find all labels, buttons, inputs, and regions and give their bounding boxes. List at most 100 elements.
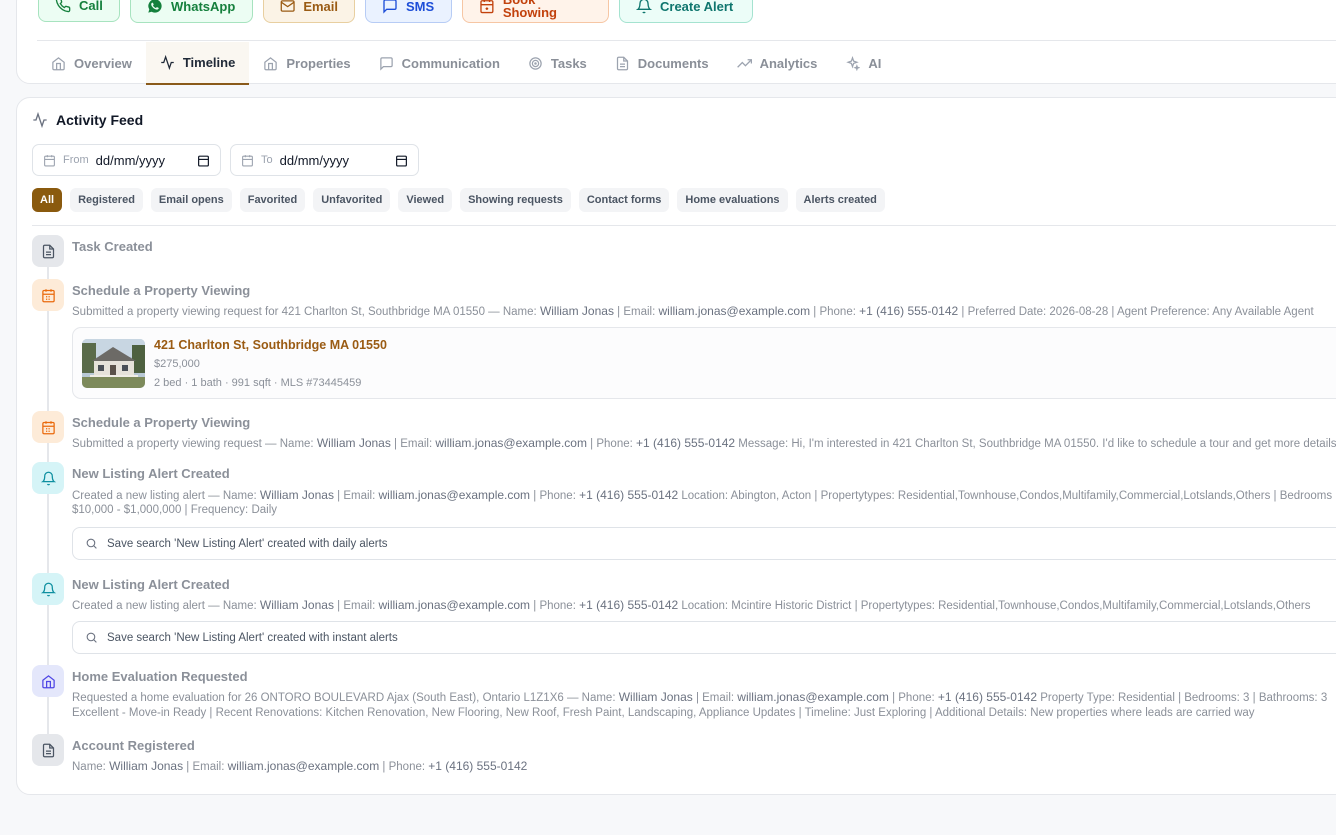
tab-tasks[interactable]: Tasks [514,42,601,85]
filter-chip-unfavorited[interactable]: Unfavorited [313,188,391,212]
bell-icon [40,582,56,596]
tab-documents[interactable]: Documents [601,42,723,85]
tab-label: Communication [401,56,500,71]
filter-chip-all[interactable]: All [32,188,63,212]
from-date-field[interactable]: From dd/mm/yyyy [32,144,221,176]
whatsapp-label: WhatsApp [171,0,236,14]
tab-label: Documents [637,56,709,71]
viewing-event-icon [32,279,64,311]
lead-email: william.jonas@example.com [378,488,531,502]
email-label: Email [303,0,338,14]
filter-chip-viewed[interactable]: Viewed [398,188,453,212]
book-showing-button[interactable]: Book Showing [462,0,609,23]
property-card[interactable]: 421 Charlton St, Southbridge MA 01550 $2… [72,327,1336,399]
desc-text: | Phone: [813,306,856,318]
sms-button[interactable]: SMS [365,0,452,23]
calendar-picker-icon[interactable] [395,154,408,167]
event-title: Schedule a Property Viewing [72,415,251,430]
filter-chip-email-opens[interactable]: Email opens [150,188,232,212]
document-icon [616,56,628,71]
event-title: Account Registered [72,738,195,753]
lead-phone: +1 (416) 555-0142 [579,598,679,612]
filter-chip-showing-requests[interactable]: Showing requests [460,188,571,212]
create-alert-button[interactable]: Create Alert [619,0,753,23]
lead-phone: +1 (416) 555-0142 [937,690,1037,704]
event-title: Task Created [72,239,153,254]
desc-text: Name: [72,761,106,773]
saved-search-text: Save search 'New Listing Alert' created … [107,537,388,550]
filter-chip-alerts-created[interactable]: Alerts created [795,188,885,212]
desc-text: | Email: [394,438,433,450]
filter-chips: All Registered Email opens Favorited Unfavor… [32,188,885,212]
message-icon [379,57,393,71]
desc-text: Created a new listing alert — Name: [72,490,257,502]
event-description: Created a new listing alert — Name: Will… [72,488,1332,502]
filter-chip-favorited[interactable]: Favorited [239,188,306,212]
tab-overview[interactable]: Overview [37,42,146,85]
tab-communication[interactable]: Communication [365,42,514,85]
feed-divider [32,225,1336,226]
property-price: $275,000 [154,358,200,370]
whatsapp-button[interactable]: WhatsApp [130,0,253,23]
trending-icon [736,59,752,68]
search-icon [86,632,97,643]
registered-event-icon [32,734,64,766]
calendar-plus-icon [480,0,494,14]
desc-text: | Email: [337,600,376,612]
call-button[interactable]: Call [38,0,120,22]
to-date-value[interactable]: dd/mm/yyyy [280,153,349,168]
desc-text: Property Type: Residential | Bedrooms: 3… [1040,692,1328,704]
desc-text: | Phone: [533,600,576,612]
sms-label: SMS [406,0,435,14]
from-date-value[interactable]: dd/mm/yyyy [96,153,165,168]
message-icon [383,0,397,14]
desc-text: Message: Hi, I'm interested in 421 Charl… [738,438,1336,450]
calendar-picker-icon[interactable] [197,154,210,167]
activity-icon [161,55,174,70]
event-title: New Listing Alert Created [72,577,230,592]
tab-label: AI [868,56,882,71]
event-title: Home Evaluation Requested [72,669,248,684]
tab-analytics[interactable]: Analytics [723,42,832,85]
tab-label: Tasks [550,56,587,71]
calendar-icon [44,154,55,166]
lead-email: william.jonas@example.com [658,304,811,318]
event-description: Name: William Jonas | Email: william.jon… [72,759,527,773]
desc-text: | Phone: [892,692,935,704]
filter-chip-registered[interactable]: Registered [70,188,143,212]
calendar-icon [41,420,55,434]
tab-bar: Overview Timeline Properties Communication T… [37,42,895,85]
whatsapp-icon [148,0,162,13]
tab-timeline[interactable]: Timeline [145,42,250,85]
sparkles-icon [846,56,861,71]
desc-text: | Email: [695,692,735,704]
email-button[interactable]: Email [263,0,355,23]
activity-icon [33,112,47,128]
header-divider [37,40,1336,41]
tab-ai[interactable]: AI [831,42,895,85]
desc-text: | Phone: [382,761,426,773]
property-thumbnail[interactable] [82,339,145,388]
book-showing-label: Book Showing [502,0,557,20]
phone-icon [55,0,71,13]
desc-text: Created a new listing alert — Name: [72,600,257,612]
desc-text: Location: Abington, Acton | Propertytype… [681,490,1333,502]
event-description: Requested a home evaluation for 26 ONTOR… [72,690,1327,704]
property-address[interactable]: 421 Charlton St, Southbridge MA 01550 [154,338,387,352]
saved-search-row[interactable]: Save search 'New Listing Alert' created … [72,621,1336,654]
desc-text: | Email: [617,306,656,318]
to-date-field[interactable]: To dd/mm/yyyy [230,144,419,176]
document-icon [42,743,54,757]
desc-text: | Email: [186,761,225,773]
desc-text: | Email: [337,490,376,502]
activity-feed-title: Activity Feed [56,112,144,128]
event-description: Submitted a property viewing request for… [72,304,1314,318]
filter-chip-contact-forms[interactable]: Contact forms [578,188,670,212]
saved-search-row[interactable]: Save search 'New Listing Alert' created … [72,527,1336,560]
lead-email: william.jonas@example.com [435,436,587,450]
viewing-event-icon [32,411,64,443]
lead-name: William Jonas [618,690,693,704]
filter-chip-home-evaluations[interactable]: Home evaluations [677,188,788,212]
tab-properties[interactable]: Properties [249,42,364,85]
lead-name: William Jonas [109,759,184,773]
